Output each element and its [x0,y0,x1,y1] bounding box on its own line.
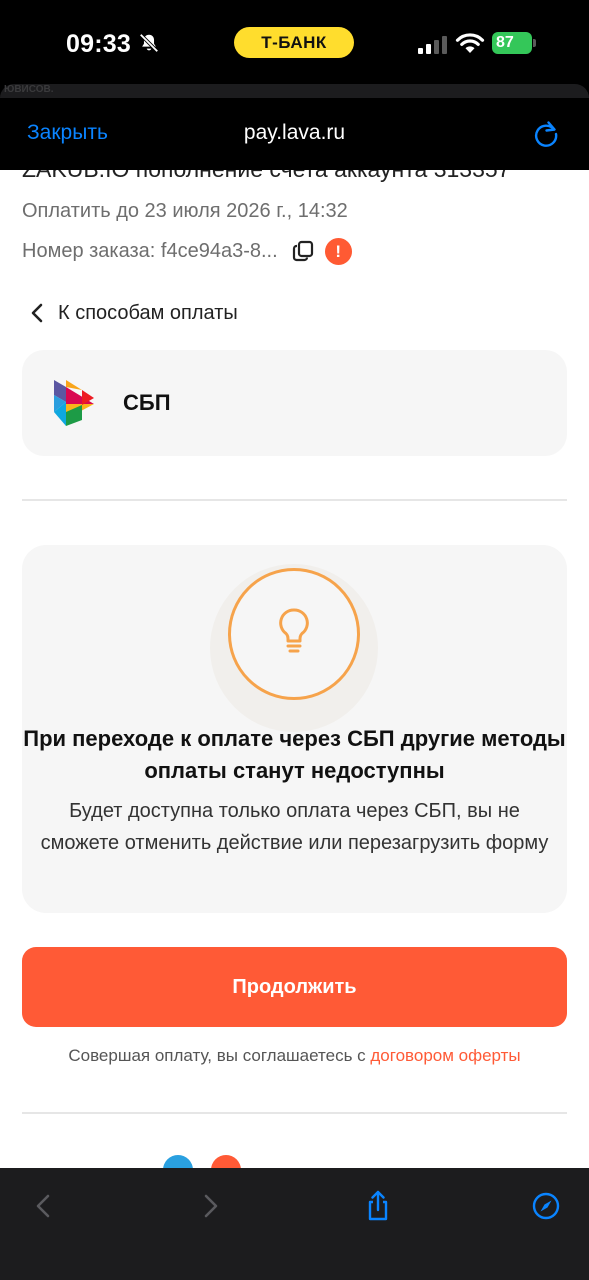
compass-icon[interactable] [532,1190,560,1222]
agreement-prefix: Совершая оплату, вы соглашаетесь с [68,1046,371,1065]
page-url: pay.lava.ru [243,121,346,144]
back-to-payment-methods-link[interactable]: К способам оплаты [30,301,238,325]
browser-toolbar [0,1168,589,1280]
notice-text: Будет доступна только оплата через СБП, … [40,800,549,854]
lightbulb-icon [279,608,309,653]
warning-icon[interactable]: ! [324,237,352,265]
payment-method-name: СБП [123,390,171,415]
telegram-icon[interactable] [163,1155,193,1168]
battery-tip [533,39,536,47]
status-time: 09:33 [66,30,131,58]
carrier-badge: Т-БАНК [234,27,354,58]
reload-icon[interactable] [532,120,560,148]
status-bar: 09:33 Т-БАНК 87 [0,0,589,84]
share-icon[interactable] [364,1190,392,1222]
payment-page: ZAKUB.IO пополнение счета аккаунта 31335… [0,170,589,1168]
order-title: ZAKUB.IO пополнение счета аккаунта 31335… [22,170,510,183]
back-arrow-icon[interactable] [30,1190,58,1222]
order-number: Номер заказа: f4ce94a3-8... [22,239,278,262]
notice-title: При переходе к оплате через СБП другие м… [23,726,566,783]
continue-button[interactable]: Продолжить [22,947,567,1027]
copy-icon[interactable] [292,240,314,262]
sbp-logo-icon [54,380,94,426]
agreement-text: Совершая оплату, вы соглашаетесь с догов… [0,1046,589,1066]
forward-arrow-icon[interactable] [196,1190,224,1222]
payment-method-card[interactable]: СБП [22,350,567,456]
divider [22,499,567,501]
background-sheet [0,84,589,98]
sbp-notice-card: При переходе к оплате через СБП другие м… [22,545,567,913]
offer-agreement-link[interactable]: договором оферты [370,1046,520,1065]
battery-indicator: 87 [492,32,536,54]
chevron-left-icon [31,303,43,323]
social-icon[interactable] [211,1155,241,1168]
background-sheet-text: ЮВИСОВ. [4,84,54,95]
order-number-row: Номер заказа: f4ce94a3-8... ! [22,237,352,265]
pay-until-text: Оплатить до 23 июля 2026 г., 14:32 [22,200,348,222]
cellular-signal-icon [418,36,447,54]
divider [22,1112,567,1114]
back-link-label: К способам оплаты [58,301,238,324]
browser-header: Закрыть pay.lava.ru [0,98,589,170]
bell-off-icon [139,33,159,53]
battery-level: 87 [492,32,532,54]
wifi-icon [455,33,485,53]
